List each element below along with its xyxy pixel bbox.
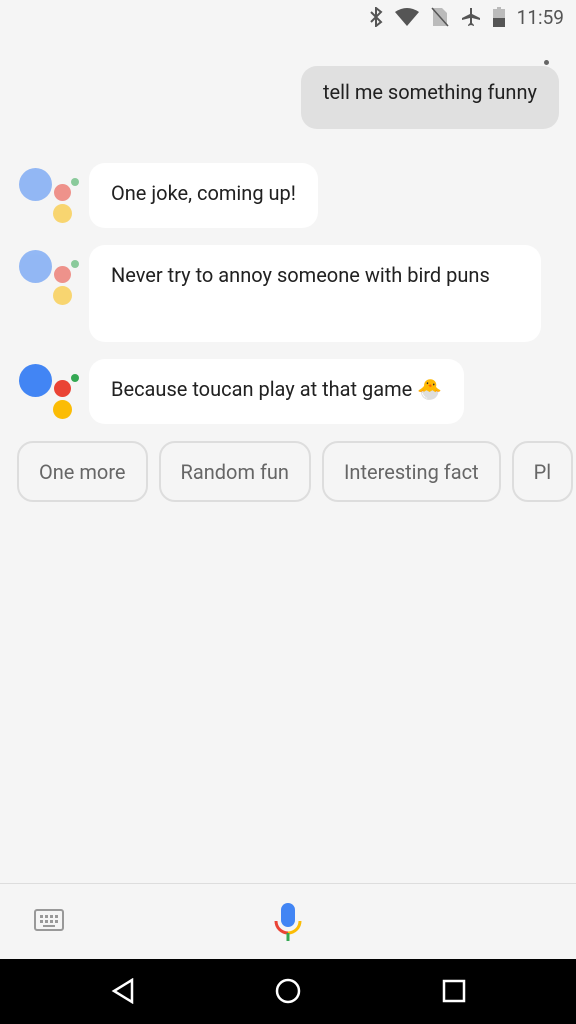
clock: 11:59 — [516, 5, 564, 29]
home-icon[interactable] — [275, 978, 301, 1004]
status-bar: 11:59 — [0, 0, 576, 34]
airplane-icon — [461, 8, 480, 26]
user-message-bubble: tell me something funny — [300, 66, 559, 129]
assistant-logo-icon — [19, 364, 81, 419]
suggestion-chips: One more Random fun Interesting fact Pl — [17, 441, 574, 502]
chip-interesting-fact[interactable]: Interesting fact — [321, 441, 501, 502]
battery-icon — [492, 7, 505, 27]
microphone-icon[interactable] — [273, 902, 303, 942]
assistant-message: Because toucan play at that game 🐣 — [89, 359, 465, 424]
recents-icon[interactable] — [442, 979, 466, 1003]
assistant-logo-icon — [19, 250, 81, 305]
keyboard-icon[interactable] — [34, 909, 64, 931]
assistant-logo-icon — [19, 168, 81, 223]
chip-random-fun[interactable]: Random fun — [158, 441, 311, 502]
navigation-bar — [0, 959, 576, 1024]
chip-more[interactable]: Pl — [511, 441, 574, 502]
back-icon[interactable] — [111, 978, 135, 1004]
chip-one-more[interactable]: One more — [17, 441, 148, 502]
input-bar — [0, 883, 576, 959]
assistant-message: One joke, coming up! — [89, 163, 318, 228]
assistant-message: Never try to annoy someone with bird pun… — [89, 245, 541, 342]
wifi-icon — [394, 8, 419, 26]
no-sim-icon — [431, 7, 449, 27]
bluetooth-icon — [369, 7, 383, 27]
